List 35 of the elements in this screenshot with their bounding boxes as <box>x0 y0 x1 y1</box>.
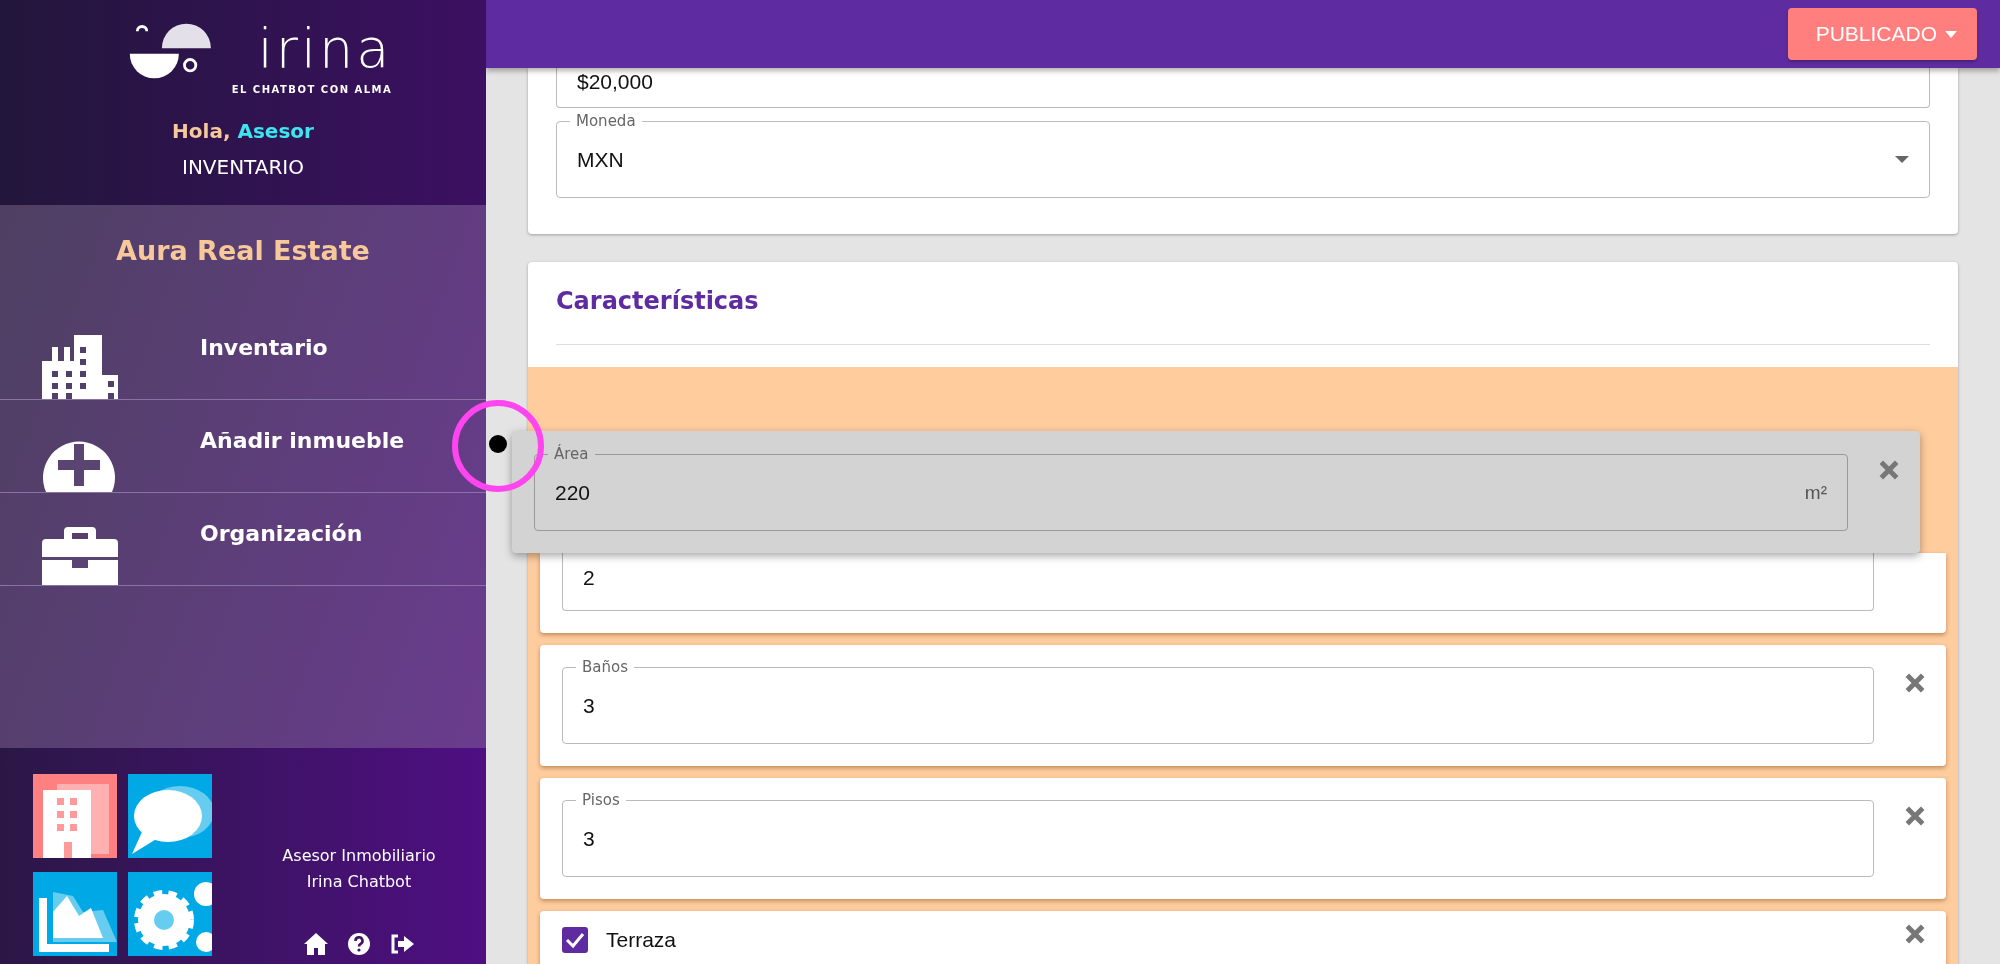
feature-card[interactable]: Baños 3 <box>540 645 1946 766</box>
number-field[interactable]: 2 <box>562 553 1874 611</box>
home-icon[interactable] <box>304 933 328 955</box>
gears-tile-icon[interactable] <box>128 872 212 956</box>
section-title: INVENTARIO <box>182 155 304 179</box>
briefcase-icon <box>42 527 118 585</box>
touch-indicator-icon <box>450 398 546 494</box>
close-icon[interactable] <box>1904 805 1926 827</box>
nav-item[interactable]: Inventario <box>0 299 486 400</box>
greeting-text: Hola, Asesor <box>172 119 314 143</box>
nav-item[interactable]: Añadir inmueble <box>0 400 486 493</box>
checkbox[interactable] <box>562 927 588 953</box>
price-field[interactable]: $20,000 <box>556 68 1930 108</box>
company-name: Aura Real Estate <box>115 235 371 268</box>
section-heading: Características <box>556 282 1930 345</box>
feature-card[interactable]: Pisos 3 <box>540 778 1946 899</box>
building-tile-icon[interactable] <box>33 774 117 858</box>
chat-tile-icon[interactable] <box>128 774 212 858</box>
dropdown-caret-icon <box>1895 156 1909 163</box>
footer-text: Asesor Inmobiliario <box>282 845 436 867</box>
logo-tagline: EL CHATBOT CON ALMA <box>231 84 393 95</box>
close-icon[interactable] <box>1878 459 1900 481</box>
close-icon[interactable] <box>1904 923 1926 945</box>
feature-card[interactable]: 2 <box>540 553 1946 633</box>
caret-icon <box>1945 30 1957 38</box>
logout-icon[interactable] <box>390 934 414 954</box>
logo-wordmark: irina <box>257 18 393 80</box>
feature-card[interactable]: Terraza <box>540 911 1946 964</box>
nav-item[interactable]: Organización <box>0 493 486 586</box>
footer-text: Irina Chatbot <box>306 871 412 893</box>
chart-tile-icon[interactable] <box>33 872 117 956</box>
dragged-feature-card[interactable]: Área 220 m² <box>512 431 1920 553</box>
close-icon[interactable] <box>1904 672 1926 694</box>
help-icon[interactable] <box>348 933 370 955</box>
checkbox-label: Terraza <box>606 928 677 952</box>
